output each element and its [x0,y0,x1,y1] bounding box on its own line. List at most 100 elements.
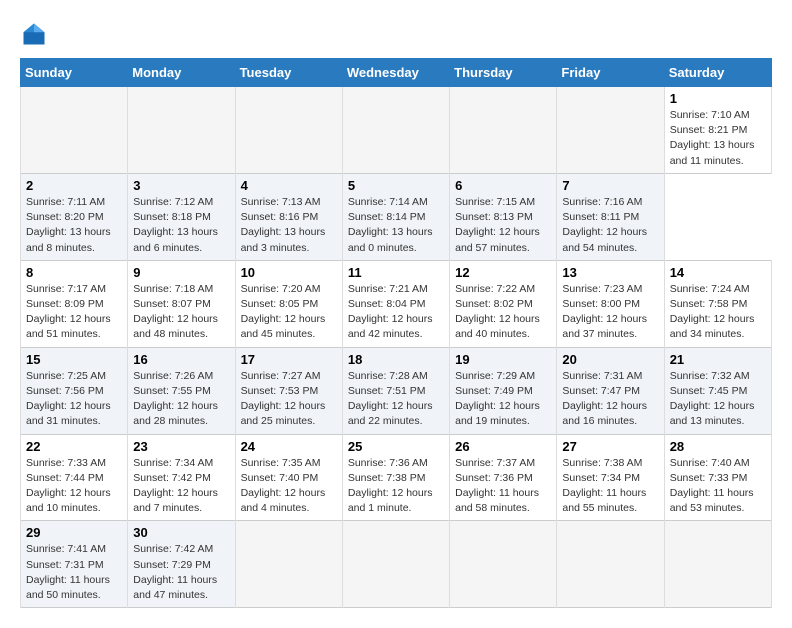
day-number: 2 [26,178,122,193]
calendar-week-row: 8 Sunrise: 7:17 AM Sunset: 8:09 PM Dayli… [21,260,772,347]
day-number: 4 [241,178,337,193]
day-info: Sunrise: 7:41 AM Sunset: 7:31 PM Dayligh… [26,542,122,603]
calendar-cell [342,521,449,608]
calendar-cell: 27 Sunrise: 7:38 AM Sunset: 7:34 PM Dayl… [557,434,664,521]
logo [20,20,52,48]
day-info: Sunrise: 7:34 AM Sunset: 7:42 PM Dayligh… [133,456,229,517]
calendar-cell [128,87,235,174]
day-number: 9 [133,265,229,280]
calendar-cell: 14 Sunrise: 7:24 AM Sunset: 7:58 PM Dayl… [664,260,771,347]
day-number: 5 [348,178,444,193]
day-info: Sunrise: 7:17 AM Sunset: 8:09 PM Dayligh… [26,282,122,343]
calendar-cell: 24 Sunrise: 7:35 AM Sunset: 7:40 PM Dayl… [235,434,342,521]
day-number: 27 [562,439,658,454]
day-info: Sunrise: 7:26 AM Sunset: 7:55 PM Dayligh… [133,369,229,430]
day-number: 17 [241,352,337,367]
day-number: 20 [562,352,658,367]
day-info: Sunrise: 7:42 AM Sunset: 7:29 PM Dayligh… [133,542,229,603]
day-number: 29 [26,525,122,540]
day-info: Sunrise: 7:14 AM Sunset: 8:14 PM Dayligh… [348,195,444,256]
calendar-cell: 19 Sunrise: 7:29 AM Sunset: 7:49 PM Dayl… [450,347,557,434]
calendar-cell: 25 Sunrise: 7:36 AM Sunset: 7:38 PM Dayl… [342,434,449,521]
calendar-cell: 20 Sunrise: 7:31 AM Sunset: 7:47 PM Dayl… [557,347,664,434]
day-info: Sunrise: 7:11 AM Sunset: 8:20 PM Dayligh… [26,195,122,256]
day-number: 15 [26,352,122,367]
day-info: Sunrise: 7:20 AM Sunset: 8:05 PM Dayligh… [241,282,337,343]
day-number: 3 [133,178,229,193]
day-number: 19 [455,352,551,367]
calendar-cell: 30 Sunrise: 7:42 AM Sunset: 7:29 PM Dayl… [128,521,235,608]
day-number: 28 [670,439,766,454]
weekday-header: Monday [128,59,235,87]
header-row: SundayMondayTuesdayWednesdayThursdayFrid… [21,59,772,87]
day-number: 24 [241,439,337,454]
day-info: Sunrise: 7:16 AM Sunset: 8:11 PM Dayligh… [562,195,658,256]
day-info: Sunrise: 7:10 AM Sunset: 8:21 PM Dayligh… [670,108,766,169]
calendar-cell [342,87,449,174]
day-info: Sunrise: 7:38 AM Sunset: 7:34 PM Dayligh… [562,456,658,517]
day-info: Sunrise: 7:12 AM Sunset: 8:18 PM Dayligh… [133,195,229,256]
calendar-cell [450,87,557,174]
day-info: Sunrise: 7:32 AM Sunset: 7:45 PM Dayligh… [670,369,766,430]
calendar-week-row: 1 Sunrise: 7:10 AM Sunset: 8:21 PM Dayli… [21,87,772,174]
day-number: 7 [562,178,658,193]
calendar-week-row: 15 Sunrise: 7:25 AM Sunset: 7:56 PM Dayl… [21,347,772,434]
day-info: Sunrise: 7:37 AM Sunset: 7:36 PM Dayligh… [455,456,551,517]
calendar-week-row: 22 Sunrise: 7:33 AM Sunset: 7:44 PM Dayl… [21,434,772,521]
day-number: 11 [348,265,444,280]
day-info: Sunrise: 7:18 AM Sunset: 8:07 PM Dayligh… [133,282,229,343]
page-header [20,20,772,48]
day-info: Sunrise: 7:22 AM Sunset: 8:02 PM Dayligh… [455,282,551,343]
calendar-cell [664,521,771,608]
day-number: 12 [455,265,551,280]
weekday-header: Saturday [664,59,771,87]
calendar-cell: 6 Sunrise: 7:15 AM Sunset: 8:13 PM Dayli… [450,173,557,260]
day-info: Sunrise: 7:13 AM Sunset: 8:16 PM Dayligh… [241,195,337,256]
day-number: 1 [670,91,766,106]
calendar-cell [21,87,128,174]
day-info: Sunrise: 7:35 AM Sunset: 7:40 PM Dayligh… [241,456,337,517]
day-info: Sunrise: 7:23 AM Sunset: 8:00 PM Dayligh… [562,282,658,343]
day-number: 26 [455,439,551,454]
calendar-cell: 21 Sunrise: 7:32 AM Sunset: 7:45 PM Dayl… [664,347,771,434]
calendar-cell: 2 Sunrise: 7:11 AM Sunset: 8:20 PM Dayli… [21,173,128,260]
calendar-cell: 16 Sunrise: 7:26 AM Sunset: 7:55 PM Dayl… [128,347,235,434]
calendar-cell: 7 Sunrise: 7:16 AM Sunset: 8:11 PM Dayli… [557,173,664,260]
weekday-header: Tuesday [235,59,342,87]
calendar-cell: 18 Sunrise: 7:28 AM Sunset: 7:51 PM Dayl… [342,347,449,434]
calendar-cell [557,521,664,608]
day-number: 13 [562,265,658,280]
calendar-cell: 3 Sunrise: 7:12 AM Sunset: 8:18 PM Dayli… [128,173,235,260]
calendar-cell [450,521,557,608]
calendar-cell: 8 Sunrise: 7:17 AM Sunset: 8:09 PM Dayli… [21,260,128,347]
calendar-week-row: 29 Sunrise: 7:41 AM Sunset: 7:31 PM Dayl… [21,521,772,608]
calendar-week-row: 2 Sunrise: 7:11 AM Sunset: 8:20 PM Dayli… [21,173,772,260]
day-info: Sunrise: 7:36 AM Sunset: 7:38 PM Dayligh… [348,456,444,517]
day-number: 6 [455,178,551,193]
calendar-cell: 11 Sunrise: 7:21 AM Sunset: 8:04 PM Dayl… [342,260,449,347]
calendar-cell [235,87,342,174]
day-info: Sunrise: 7:21 AM Sunset: 8:04 PM Dayligh… [348,282,444,343]
day-info: Sunrise: 7:33 AM Sunset: 7:44 PM Dayligh… [26,456,122,517]
calendar-cell: 10 Sunrise: 7:20 AM Sunset: 8:05 PM Dayl… [235,260,342,347]
weekday-header: Sunday [21,59,128,87]
weekday-header: Friday [557,59,664,87]
day-info: Sunrise: 7:40 AM Sunset: 7:33 PM Dayligh… [670,456,766,517]
weekday-header: Wednesday [342,59,449,87]
calendar-cell: 28 Sunrise: 7:40 AM Sunset: 7:33 PM Dayl… [664,434,771,521]
day-number: 10 [241,265,337,280]
day-number: 18 [348,352,444,367]
calendar-cell: 1 Sunrise: 7:10 AM Sunset: 8:21 PM Dayli… [664,87,771,174]
calendar-cell: 15 Sunrise: 7:25 AM Sunset: 7:56 PM Dayl… [21,347,128,434]
calendar-cell: 29 Sunrise: 7:41 AM Sunset: 7:31 PM Dayl… [21,521,128,608]
weekday-header: Thursday [450,59,557,87]
day-info: Sunrise: 7:29 AM Sunset: 7:49 PM Dayligh… [455,369,551,430]
calendar-cell: 9 Sunrise: 7:18 AM Sunset: 8:07 PM Dayli… [128,260,235,347]
day-number: 8 [26,265,122,280]
calendar-cell: 4 Sunrise: 7:13 AM Sunset: 8:16 PM Dayli… [235,173,342,260]
calendar-cell: 26 Sunrise: 7:37 AM Sunset: 7:36 PM Dayl… [450,434,557,521]
day-number: 14 [670,265,766,280]
day-number: 16 [133,352,229,367]
logo-icon [20,20,48,48]
day-info: Sunrise: 7:25 AM Sunset: 7:56 PM Dayligh… [26,369,122,430]
